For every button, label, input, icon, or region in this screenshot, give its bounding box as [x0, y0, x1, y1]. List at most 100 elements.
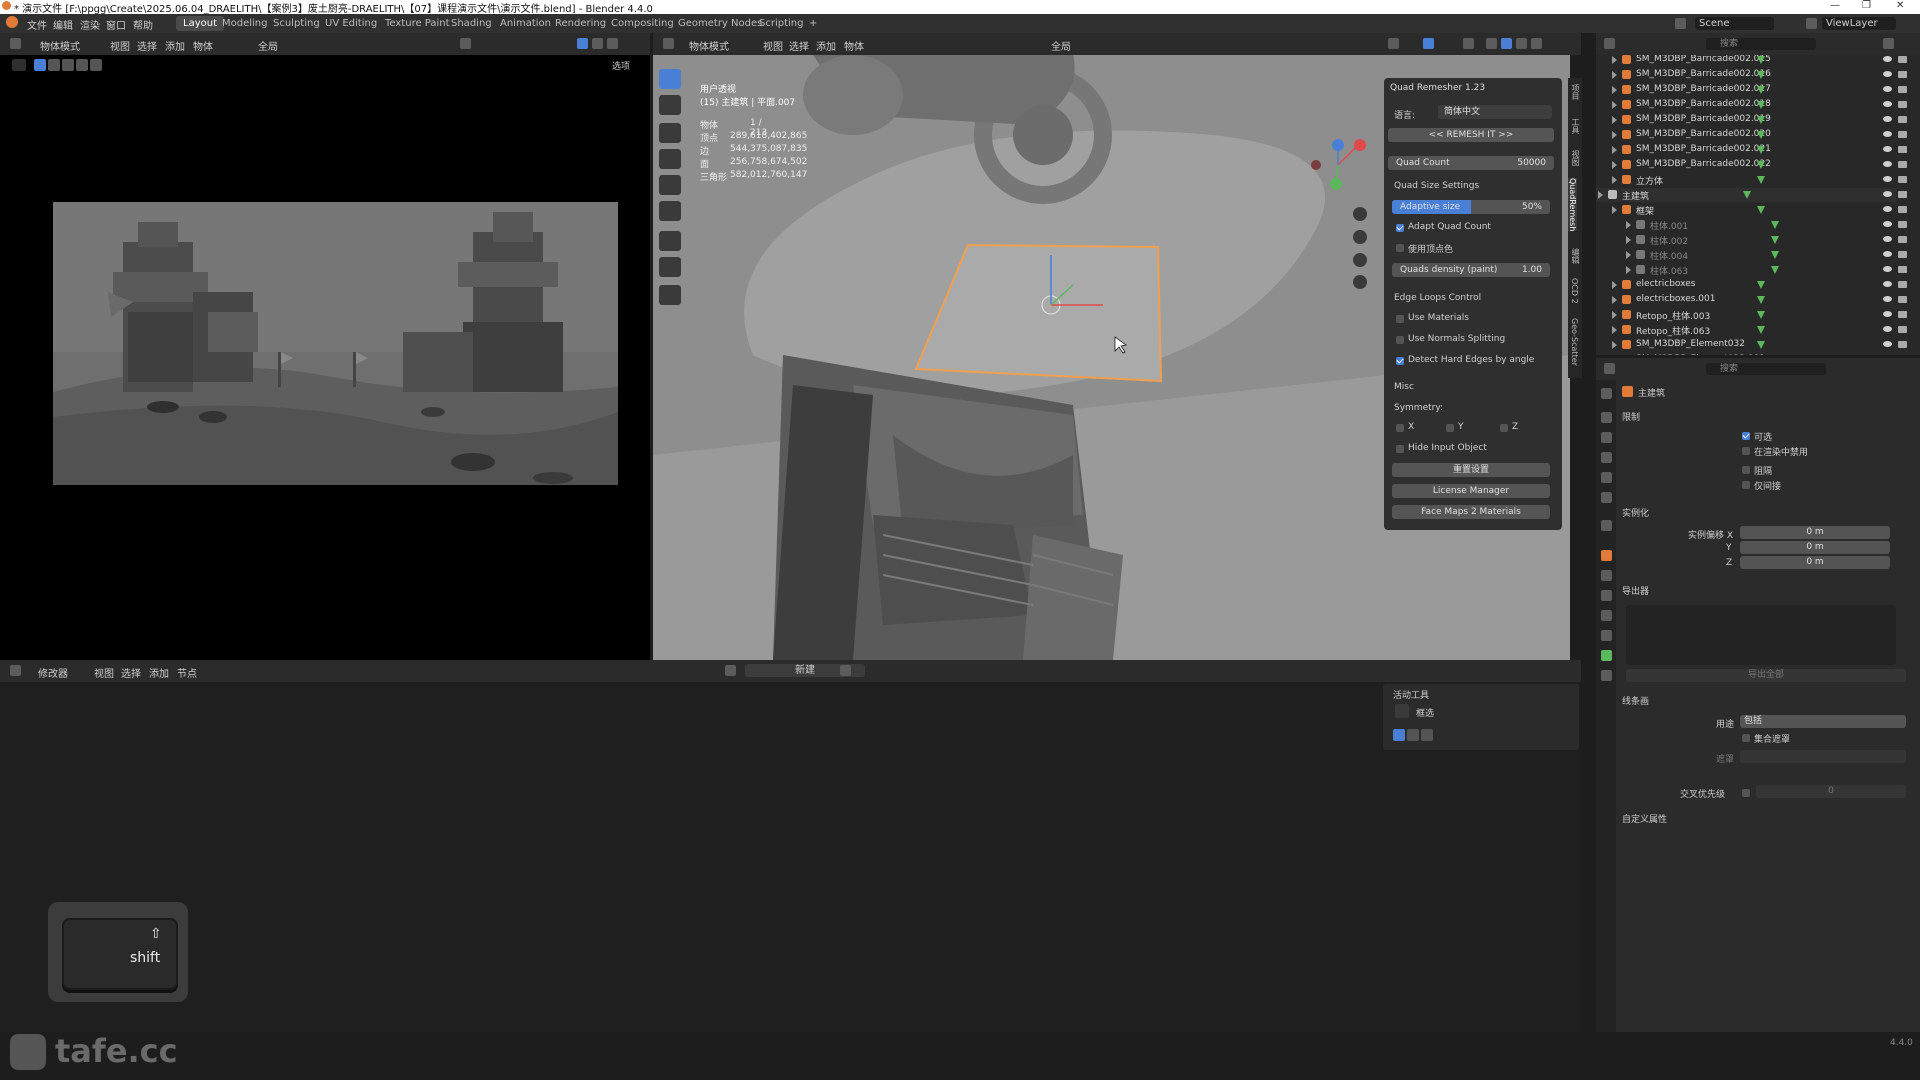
node-tree-icon[interactable] [725, 665, 736, 676]
mesh-data-icon[interactable] [1743, 191, 1751, 199]
visibility-eye-icon[interactable] [1883, 311, 1892, 317]
left-solid-shading-icon[interactable] [577, 38, 588, 49]
left-select-tool-icon[interactable] [12, 59, 26, 71]
mesh-data-icon[interactable] [1771, 251, 1779, 259]
select-mode-subtract-icon[interactable] [62, 59, 74, 71]
render-camera-icon[interactable] [1898, 326, 1907, 333]
expand-arrow-icon[interactable] [1626, 221, 1631, 229]
scale-tool-icon[interactable] [659, 175, 681, 195]
render-camera-icon[interactable] [1898, 56, 1907, 63]
particles-props-icon[interactable] [1601, 590, 1612, 601]
outliner-row[interactable]: SM_M3DBP_Barricade002.018 [1596, 98, 1907, 112]
tab-geo-scatter[interactable]: Geo-Scatter [1570, 318, 1579, 366]
transform-tool-icon[interactable] [659, 201, 681, 221]
outliner-row[interactable]: SM_M3DBP_Barricade002.021 [1596, 143, 1907, 157]
solid-shading-icon[interactable] [1501, 38, 1512, 49]
tab-shading[interactable]: Shading [444, 16, 499, 31]
tab-ocd[interactable]: OCD 2 [1570, 278, 1579, 304]
outliner-row[interactable]: SM_M3DBP_Barricade002.022 [1596, 158, 1907, 172]
visibility-eye-icon[interactable] [1883, 131, 1892, 137]
visibility-eye-icon[interactable] [1883, 161, 1892, 167]
expand-arrow-icon[interactable] [1612, 341, 1617, 349]
scene-selector[interactable]: Scene [1695, 17, 1774, 30]
outliner-row[interactable]: 柱体.001 [1596, 218, 1907, 232]
view-layer-props-icon[interactable] [1601, 452, 1612, 463]
symmetry-y-checkbox[interactable] [1446, 424, 1454, 432]
mesh-data-icon[interactable] [1757, 161, 1765, 169]
view-layer-selector[interactable]: ViewLayer [1822, 17, 1896, 30]
expand-arrow-icon[interactable] [1612, 326, 1617, 334]
mesh-data-icon[interactable] [1771, 266, 1779, 274]
left-menu-select[interactable]: 选择 [137, 38, 157, 53]
viewport-pivot-selector[interactable]: 全局 [1051, 38, 1071, 53]
render-camera-icon[interactable] [1898, 221, 1907, 228]
outliner-search-input[interactable]: 搜索 [1706, 38, 1816, 50]
left-pivot-selector[interactable]: 全局 [258, 38, 278, 53]
left-options-button[interactable]: 选项 [612, 59, 630, 72]
quads-density-field[interactable]: Quads density (paint) 1.00 [1392, 263, 1550, 277]
instance-offset-z-field[interactable]: 0 m [1740, 556, 1890, 569]
expand-arrow-icon[interactable] [1612, 131, 1617, 139]
tab-edit[interactable]: 编辑 [1570, 248, 1581, 264]
mesh-data-icon[interactable] [1757, 56, 1765, 64]
mesh-data-icon[interactable] [1757, 71, 1765, 79]
render-camera-icon[interactable] [1898, 206, 1907, 213]
left-material-shading-icon[interactable] [592, 38, 603, 49]
visibility-eye-icon[interactable] [1883, 266, 1892, 272]
mesh-data-icon[interactable] [1757, 116, 1765, 124]
visibility-eye-icon[interactable] [1883, 236, 1892, 242]
instance-offset-y-field[interactable]: 0 m [1740, 541, 1890, 554]
adapt-quad-count-checkbox[interactable] [1396, 224, 1404, 232]
outliner-row[interactable]: 柱体.063 [1596, 263, 1907, 277]
detect-hard-edges-checkbox[interactable] [1396, 357, 1404, 365]
add-cube-tool-icon[interactable] [659, 285, 681, 305]
restrictions-panel-header[interactable]: 限制 [1622, 410, 1640, 423]
render-shading-icon[interactable] [1531, 38, 1542, 49]
expand-arrow-icon[interactable] [1598, 191, 1603, 199]
lineart-panel-header[interactable]: 线条画 [1622, 694, 1649, 707]
collection-mask-checkbox[interactable] [1742, 734, 1750, 742]
custom-props-panel-header[interactable]: 自定义属性 [1622, 812, 1667, 825]
viewport-gizmo-icon[interactable] [1388, 38, 1399, 49]
render-camera-icon[interactable] [1898, 116, 1907, 123]
close-icon[interactable]: ✕ [1896, 0, 1904, 11]
select-mode-new-icon[interactable] [34, 59, 46, 71]
visibility-eye-icon[interactable] [1883, 251, 1892, 257]
license-manager-button[interactable]: License Manager [1392, 484, 1550, 498]
outliner-row[interactable]: SM_M3DBP_Barricade002.017 [1596, 83, 1907, 97]
constraints-props-icon[interactable] [1601, 630, 1612, 641]
mesh-data-icon[interactable] [1757, 206, 1765, 214]
viewport-overlay-icon[interactable] [1423, 38, 1434, 49]
viewport-xray-icon[interactable] [1463, 38, 1474, 49]
outliner-row[interactable]: SM_M3DBP_Barricade002.016 [1596, 68, 1907, 82]
visibility-eye-icon[interactable] [1883, 86, 1892, 92]
material-shading-icon[interactable] [1516, 38, 1527, 49]
render-camera-icon[interactable] [1898, 281, 1907, 288]
expand-arrow-icon[interactable] [1612, 311, 1617, 319]
mesh-data-icon[interactable] [1757, 176, 1765, 184]
outliner-row[interactable]: Retopo_柱体.063 [1596, 323, 1907, 337]
left-menu-object[interactable]: 物体 [193, 38, 213, 53]
render-camera-icon[interactable] [1898, 161, 1907, 168]
expand-arrow-icon[interactable] [1612, 281, 1617, 289]
render-camera-icon[interactable] [1898, 131, 1907, 138]
visibility-eye-icon[interactable] [1883, 146, 1892, 152]
tool-props-icon[interactable] [1601, 388, 1612, 399]
outliner-editor-icon[interactable] [1604, 38, 1615, 49]
visibility-eye-icon[interactable] [1883, 191, 1892, 197]
object-name-field[interactable]: 主建筑 [1638, 386, 1665, 399]
tool-mode-extend-icon[interactable] [1407, 729, 1419, 741]
visibility-eye-icon[interactable] [1883, 71, 1892, 77]
physics-props-icon[interactable] [1601, 610, 1612, 621]
render-camera-icon[interactable] [1898, 101, 1907, 108]
pan-hand-icon[interactable] [1353, 230, 1367, 244]
ortho-grid-icon[interactable] [1353, 275, 1367, 289]
mesh-data-icon[interactable] [1757, 131, 1765, 139]
symmetry-z-checkbox[interactable] [1500, 424, 1508, 432]
remesh-button[interactable]: << REMESH IT >> [1388, 128, 1554, 142]
material-props-icon[interactable] [1601, 670, 1612, 681]
disable-render-checkbox[interactable] [1742, 447, 1750, 455]
left-mode-selector[interactable]: 物体模式 [40, 38, 80, 53]
maximize-icon[interactable]: ❐ [1862, 0, 1871, 11]
use-vertex-color-checkbox[interactable] [1396, 244, 1404, 252]
